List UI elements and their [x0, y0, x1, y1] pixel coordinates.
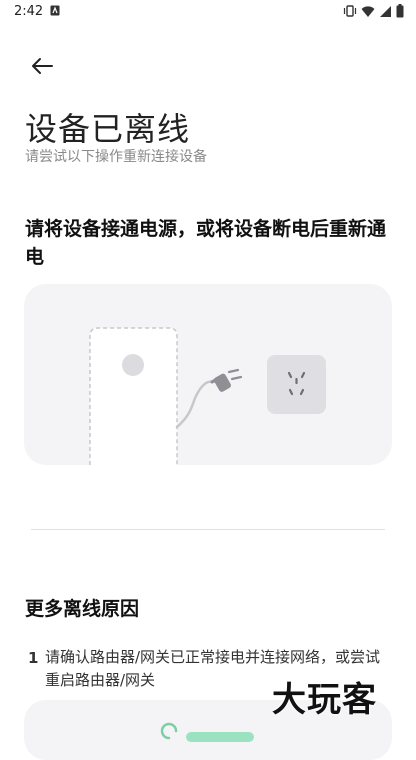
more-reasons-title: 更多离线原因: [25, 598, 140, 620]
back-button[interactable]: [26, 52, 58, 80]
plug-icon: [210, 368, 243, 392]
reason-number: 1: [28, 649, 39, 667]
watermark-logo: 大玩客: [272, 680, 377, 720]
wifi-icon: [361, 5, 375, 17]
section-divider: [31, 529, 385, 530]
status-icons: [343, 4, 404, 18]
battery-icon: [396, 4, 404, 18]
signal-icon: [380, 5, 391, 17]
device-body: [89, 327, 178, 465]
power-cable: [175, 380, 216, 429]
loading-spinner-icon: [160, 722, 178, 740]
vibrate-icon: [343, 5, 357, 17]
wall-socket-icon: [267, 355, 326, 414]
status-light: [186, 732, 254, 742]
page-subtitle: 请尝试以下操作重新连接设备: [25, 149, 207, 165]
app-notification-icon: [50, 5, 60, 16]
status-bar: 2:42: [0, 0, 416, 24]
power-illustration: [89, 327, 326, 465]
status-time: 2:42: [14, 4, 44, 19]
arrow-left-icon: [32, 58, 53, 74]
step-heading: 请将设备接通电源，或将设备断电后重新通电: [25, 218, 387, 268]
page-title: 设备已离线: [25, 110, 191, 148]
power-illustration-card: [24, 284, 392, 465]
